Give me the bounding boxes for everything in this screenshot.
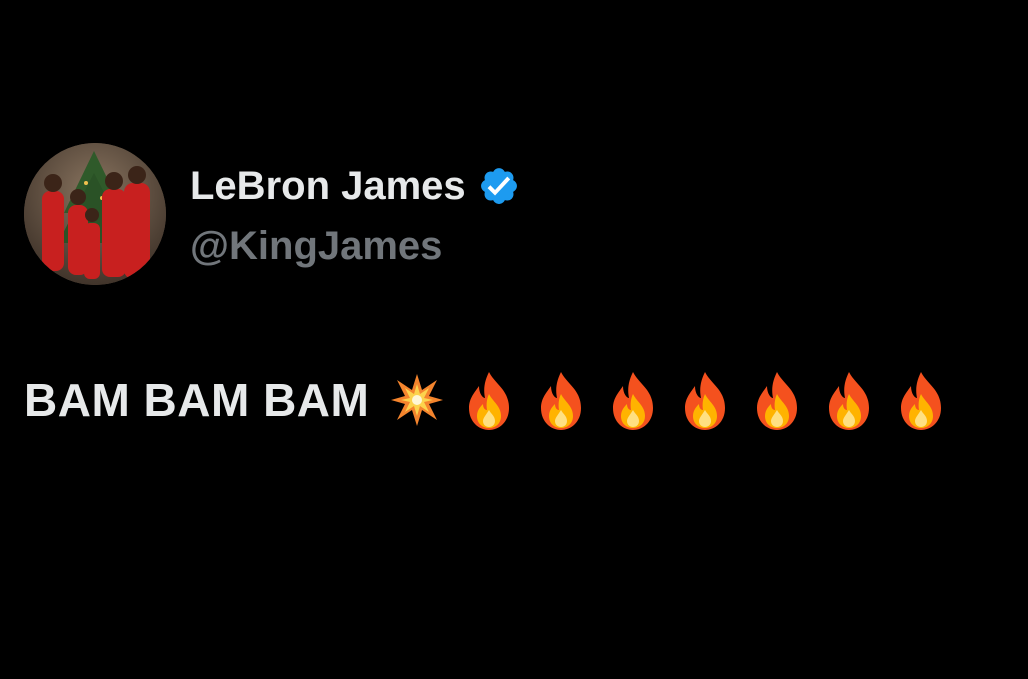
emoji-row bbox=[389, 368, 949, 432]
fire-emoji-icon bbox=[893, 368, 949, 432]
fire-emoji-icon bbox=[677, 368, 733, 432]
tweet-body-text: BAM BAM BAM bbox=[24, 374, 370, 426]
name-row: LeBron James bbox=[190, 160, 520, 212]
fire-emoji-icon bbox=[533, 368, 589, 432]
avatar[interactable] bbox=[24, 143, 166, 285]
fire-emoji-icon bbox=[461, 368, 517, 432]
user-handle[interactable]: @KingJames bbox=[190, 220, 442, 272]
display-name[interactable]: LeBron James bbox=[190, 160, 466, 212]
collision-emoji-icon bbox=[389, 368, 445, 432]
tweet-text: BAM BAM BAM bbox=[24, 368, 949, 432]
verified-badge-icon bbox=[478, 165, 520, 207]
fire-emoji-icon bbox=[821, 368, 877, 432]
tweet-card: LeBron James @KingJames BAM BAM BAM bbox=[0, 0, 1028, 679]
fire-emoji-icon bbox=[749, 368, 805, 432]
fire-emoji-icon bbox=[605, 368, 661, 432]
